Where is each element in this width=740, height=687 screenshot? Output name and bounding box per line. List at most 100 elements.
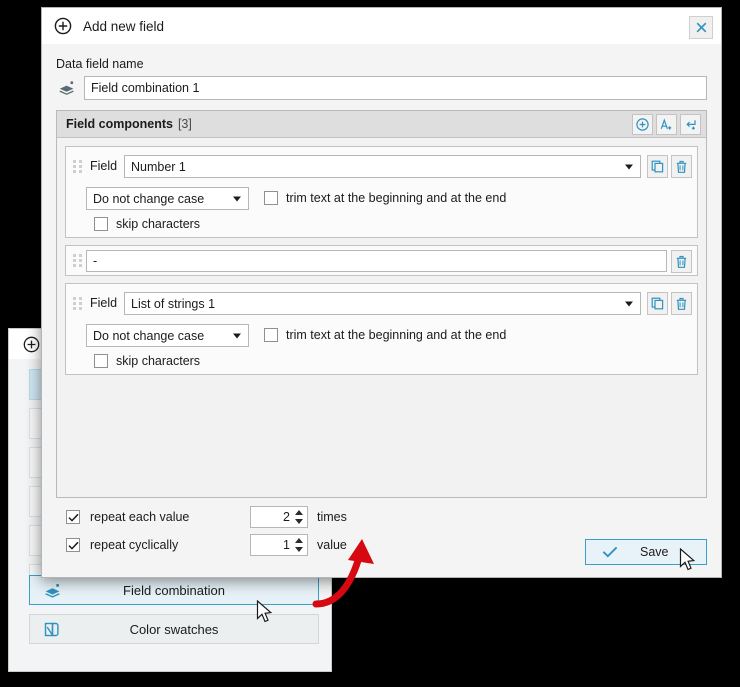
field-components-header: Field components [3] <box>57 111 706 138</box>
swatches-icon <box>42 619 62 639</box>
component-card-text <box>65 245 698 276</box>
trim-text-checkbox[interactable]: trim text at the beginning and at the en… <box>264 191 506 205</box>
plus-circle-icon[interactable] <box>23 336 40 353</box>
field-label: Field <box>90 159 118 173</box>
repeat-cyclically-label: repeat cyclically <box>90 538 179 552</box>
trash-icon <box>676 255 687 268</box>
drag-handle[interactable] <box>73 254 82 268</box>
separator-text-input[interactable] <box>86 250 667 272</box>
stepper-up-icon[interactable] <box>295 510 303 515</box>
case-select[interactable]: Do not change case <box>86 187 249 210</box>
check-icon <box>602 545 618 559</box>
plus-circle-icon <box>54 17 72 35</box>
field-components-list: Field Number 1 Do not change case trim t… <box>57 138 706 497</box>
chevron-down-icon <box>233 333 241 338</box>
component-card-field: Field Number 1 Do not change case trim t… <box>65 146 698 238</box>
delete-component-button[interactable] <box>671 292 692 315</box>
add-component-button[interactable] <box>632 114 653 135</box>
save-button-label: Save <box>640 545 669 559</box>
trash-icon <box>676 160 687 173</box>
delete-component-button[interactable] <box>671 250 692 273</box>
layers-icon <box>42 580 62 600</box>
field-components-title: Field components <box>66 117 173 131</box>
field-components-count: [3] <box>177 117 192 131</box>
close-button[interactable] <box>689 16 713 39</box>
delete-component-button[interactable] <box>671 155 692 178</box>
check-icon <box>67 513 79 522</box>
trim-text-checkbox[interactable]: trim text at the beginning and at the en… <box>264 328 506 342</box>
trash-icon <box>676 297 687 310</box>
field-label: Field <box>90 296 118 310</box>
check-icon <box>67 541 79 550</box>
case-select-value: Do not change case <box>93 328 205 343</box>
component-case-row: Do not change case trim text at the begi… <box>66 324 697 347</box>
checkbox-box <box>264 191 278 205</box>
dialog-titlebar: Add new field <box>42 8 721 44</box>
skip-characters-checkbox[interactable]: skip characters <box>94 217 200 231</box>
close-icon <box>696 22 706 33</box>
layers-icon <box>56 77 78 99</box>
field-select[interactable]: Number 1 <box>124 155 641 178</box>
copy-icon <box>651 160 664 173</box>
case-select-value: Do not change case <box>93 191 205 206</box>
component-case-row: Do not change case trim text at the begi… <box>66 187 697 210</box>
chevron-down-icon <box>625 164 633 169</box>
repeat-each-value-unit: times <box>317 510 347 524</box>
background-buttons: Field combination Color swatches <box>29 575 319 653</box>
stepper-arrows[interactable] <box>292 536 306 554</box>
field-combination-label: Field combination <box>123 582 225 598</box>
data-field-name-label: Data field name <box>56 57 144 71</box>
skip-characters-label: skip characters <box>116 217 201 231</box>
dialog-title: Add new field <box>83 18 165 34</box>
case-select[interactable]: Do not change case <box>86 324 249 347</box>
duplicate-component-button[interactable] <box>647 292 668 315</box>
repeat-each-value-number: 2 <box>283 510 290 524</box>
repeat-each-value-label: repeat each value <box>90 510 190 524</box>
color-swatches-label: Color swatches <box>129 621 219 637</box>
save-button[interactable]: Save <box>585 539 707 565</box>
checkbox-box <box>94 217 108 231</box>
copy-icon <box>651 297 664 310</box>
checkbox-box <box>264 328 278 342</box>
data-field-name-input[interactable] <box>84 76 707 100</box>
plus-circle-icon <box>636 118 649 131</box>
return-plus-icon <box>686 120 696 130</box>
chevron-down-icon <box>625 301 633 306</box>
field-select-value: List of strings 1 <box>131 296 216 311</box>
repeat-each-value-checkbox[interactable] <box>66 510 80 524</box>
data-field-name-row <box>56 76 707 100</box>
component-card-field: Field List of strings 1 Do not change ca… <box>65 283 698 375</box>
stepper-down-icon[interactable] <box>295 547 303 552</box>
color-swatches-button[interactable]: Color swatches <box>29 614 319 644</box>
repeat-cyclically-checkbox[interactable] <box>66 538 80 552</box>
trim-text-label: trim text at the beginning and at the en… <box>286 328 507 342</box>
field-select[interactable]: List of strings 1 <box>124 292 641 315</box>
repeat-cyclically-unit: value <box>317 538 347 552</box>
component-field-row: Field Number 1 <box>66 155 697 179</box>
stepper-arrows[interactable] <box>292 508 306 526</box>
field-combination-button[interactable]: Field combination <box>29 575 319 605</box>
repeat-cyclically-row: repeat cyclically 1 value <box>66 534 347 556</box>
stepper-up-icon[interactable] <box>295 538 303 543</box>
repeat-cyclically-number: 1 <box>283 538 290 552</box>
add-new-field-dialog: Add new field Data field name Field comb… <box>41 7 722 578</box>
screen: Field combination Color swatches Add new… <box>0 0 740 687</box>
field-components-group: Field components [3] Field Number 1 Do n… <box>56 110 707 498</box>
chevron-down-icon <box>233 196 241 201</box>
repeat-each-value-row: repeat each value 2 times <box>66 506 347 528</box>
dialog-body: Data field name Field components [3] <box>42 44 721 577</box>
repeat-cyclically-stepper[interactable]: 1 <box>250 534 308 556</box>
add-text-button[interactable] <box>656 114 677 135</box>
skip-characters-label: skip characters <box>116 354 201 368</box>
repeat-each-value-stepper[interactable]: 2 <box>250 506 308 528</box>
a-plus-icon <box>660 118 672 130</box>
add-newline-button[interactable] <box>680 114 701 135</box>
stepper-down-icon[interactable] <box>295 519 303 524</box>
duplicate-component-button[interactable] <box>647 155 668 178</box>
checkbox-box <box>94 354 108 368</box>
field-select-value: Number 1 <box>131 159 186 174</box>
skip-characters-checkbox[interactable]: skip characters <box>94 354 200 368</box>
trim-text-label: trim text at the beginning and at the en… <box>286 191 507 205</box>
component-field-row: Field List of strings 1 <box>66 292 697 316</box>
field-components-actions <box>632 114 701 135</box>
